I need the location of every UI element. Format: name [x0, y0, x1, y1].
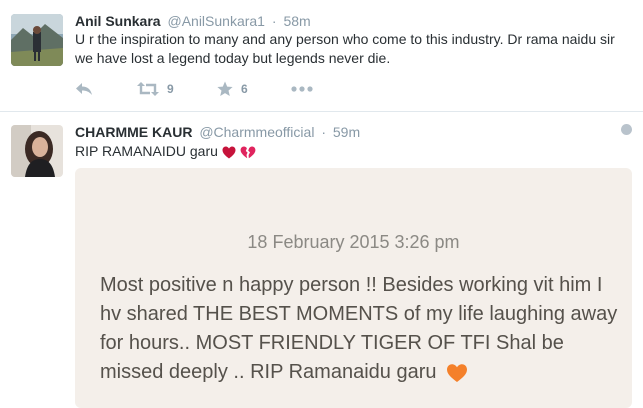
avatar[interactable]: [11, 14, 63, 66]
favorite-icon: [217, 81, 233, 96]
avatar[interactable]: [11, 125, 63, 177]
separator-dot: ·: [271, 13, 277, 29]
username[interactable]: @AnilSunkara1: [167, 13, 265, 29]
reply-icon: [76, 83, 92, 95]
avatar-image: [11, 125, 63, 177]
retweet-icon: [137, 82, 159, 96]
timestamp[interactable]: 59m: [333, 124, 360, 140]
quoted-image-card[interactable]: 18 February 2015 3:26 pm Most positive n…: [75, 168, 632, 408]
tweet-text: RIP RAMANAIDU garu: [75, 142, 615, 161]
reply-button[interactable]: [75, 80, 93, 98]
card-body: Most positive n happy person !! Besides …: [100, 271, 620, 387]
orange-heart-icon: [447, 363, 468, 382]
tweet-actions: 9 6: [75, 80, 375, 98]
more-button[interactable]: [291, 80, 313, 98]
display-name[interactable]: Anil Sunkara: [75, 13, 161, 29]
broken-heart-icon: [240, 146, 256, 159]
globe-icon[interactable]: [621, 124, 632, 135]
card-date: 18 February 2015 3:26 pm: [247, 232, 460, 252]
username[interactable]: @Charmmeofficial: [199, 124, 314, 140]
display-name[interactable]: CHARMME KAUR: [75, 124, 192, 140]
retweet-button[interactable]: 9: [137, 80, 174, 98]
tweet-header: Anil Sunkara @AnilSunkara1 · 58m: [75, 12, 311, 30]
avatar-image: [11, 14, 63, 66]
red-heart-icon: [222, 146, 236, 159]
tweet[interactable]: CHARMME KAUR @Charmmeofficial · 59m RIP …: [0, 112, 643, 408]
tweet[interactable]: Anil Sunkara @AnilSunkara1 · 58m U r the…: [0, 0, 643, 112]
retweet-count: 9: [167, 82, 174, 96]
timestamp[interactable]: 58m: [283, 13, 310, 29]
separator-dot: ·: [321, 124, 326, 140]
tweet-text-content: RIP RAMANAIDU garu: [75, 143, 218, 159]
more-icon: [291, 86, 313, 92]
favorite-count: 6: [241, 82, 248, 96]
tweet-text: U r the inspiration to many and any pers…: [75, 31, 615, 66]
card-body-text: Most positive n happy person !! Besides …: [100, 274, 618, 383]
favorite-button[interactable]: 6: [217, 80, 248, 98]
tweet-header: CHARMME KAUR @Charmmeofficial · 59m: [75, 123, 360, 141]
